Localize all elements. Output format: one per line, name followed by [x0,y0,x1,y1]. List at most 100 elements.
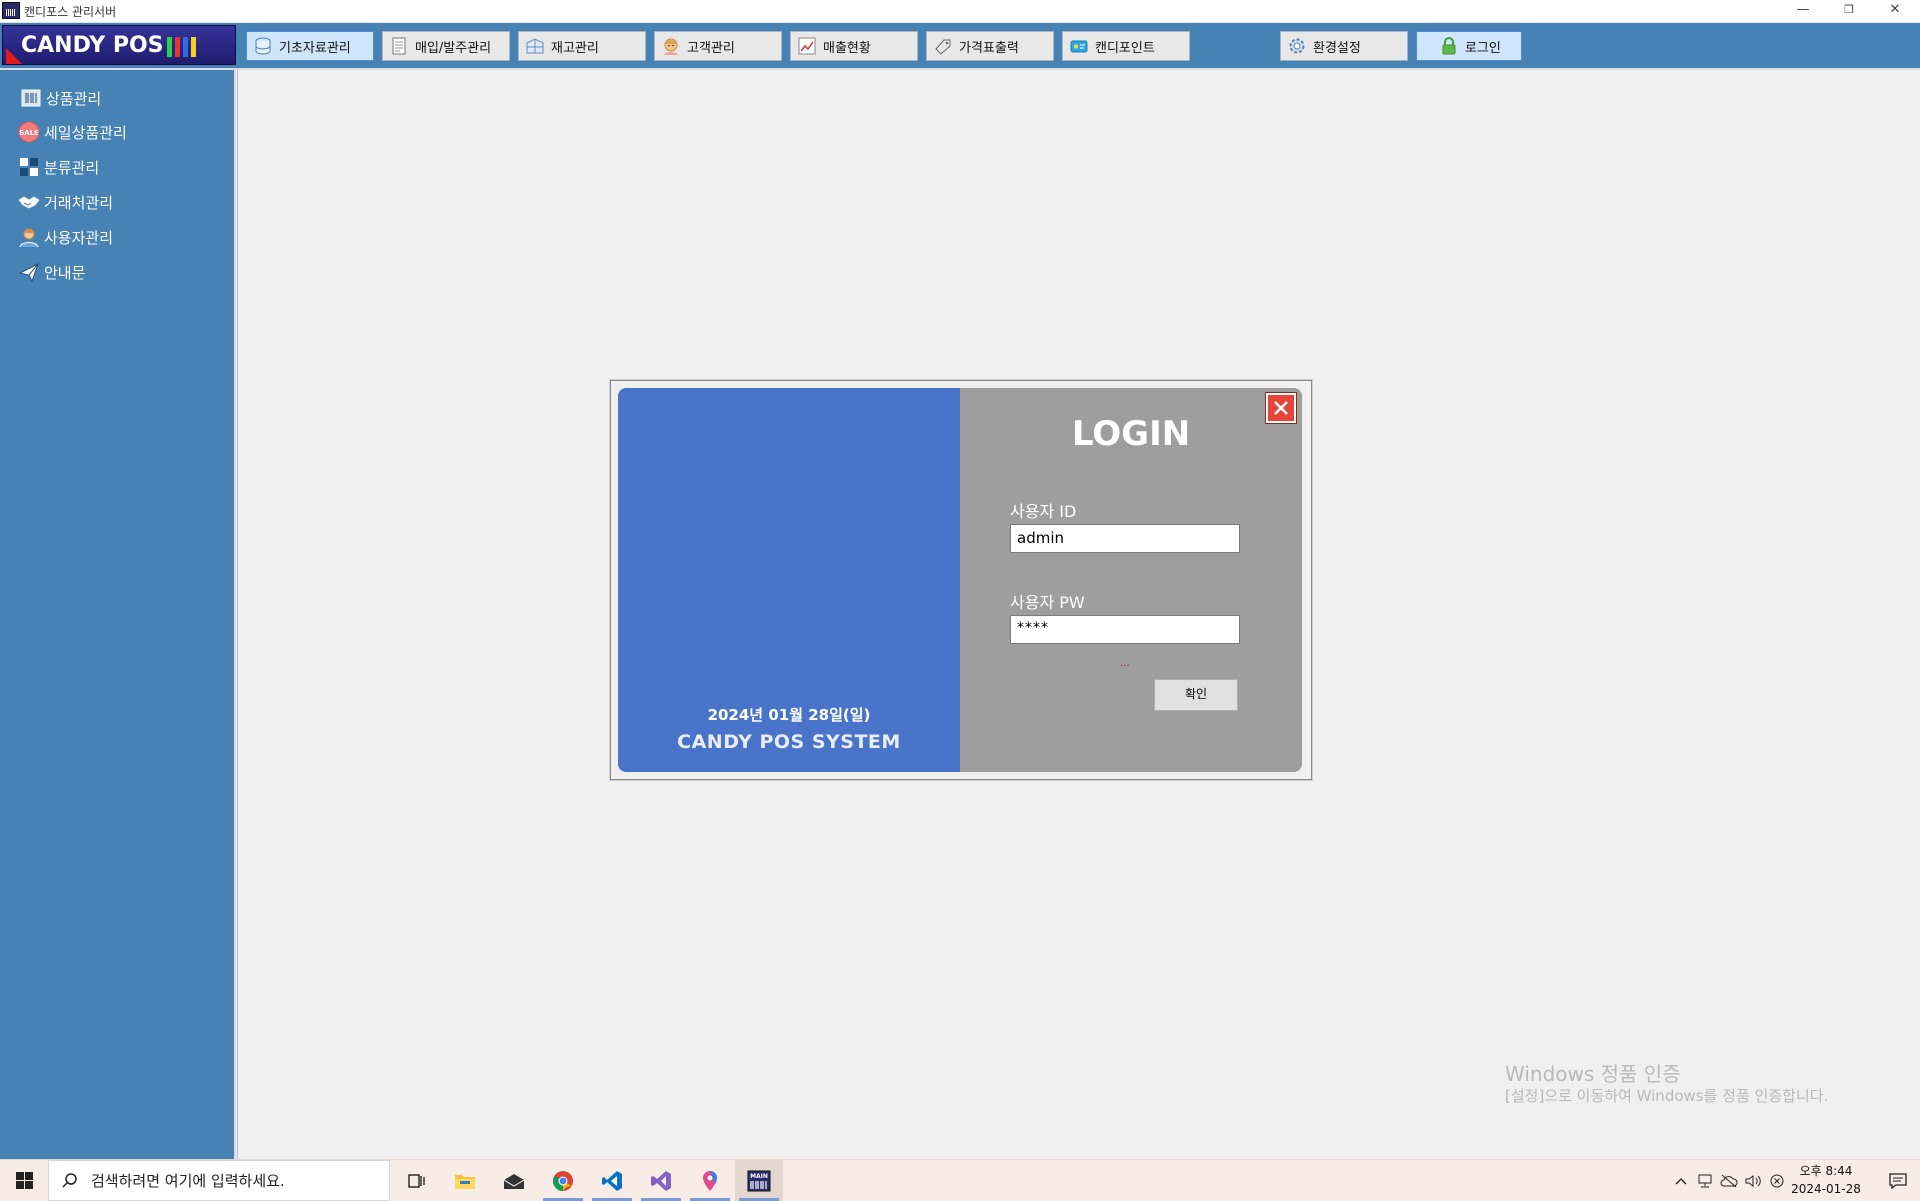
user-id-input[interactable]: admin [1010,524,1240,553]
brand-name: CANDY POS [21,33,164,58]
volume-icon [1745,1174,1761,1187]
menu-inventory[interactable]: 재고관리 [518,31,646,61]
sidebar-item-label: 상품관리 [46,89,102,108]
clock-date: 2024-01-28 [1791,1182,1861,1196]
restore-button[interactable]: ❐ [1826,0,1872,22]
app-icon [2,2,20,19]
user-id-label: 사용자 ID [1010,502,1077,521]
menu-settings[interactable]: 환경설정 [1280,31,1408,61]
menu-sales-status[interactable]: 매출현황 [790,31,918,61]
sidebar-item-category[interactable]: 분류관리 [18,154,99,180]
brand-logo: CANDY POS [2,25,236,65]
sidebar-item-vendor[interactable]: 거래처관리 [18,189,113,215]
menu-label: 고객관리 [687,40,735,56]
task-view-button[interactable] [392,1160,440,1201]
tray-volume[interactable] [1742,1160,1764,1201]
login-message: ... [1120,658,1130,669]
start-button[interactable] [0,1160,48,1201]
menu-purchase-order[interactable]: 매입/발주관리 [382,31,510,61]
sidebar-item-label: 안내문 [44,263,86,282]
sidebar-item-sale-product[interactable]: SALE 세일상품관리 [18,119,127,145]
sidebar-item-label: 사용자관리 [44,228,114,247]
menu-basic-data[interactable]: 기초자료관리 [246,31,374,61]
sidebar-item-user[interactable]: 사용자관리 [18,224,113,250]
tray-overflow-button[interactable] [1670,1160,1692,1201]
chevron-up-icon [1675,1177,1687,1184]
menu-label: 가격표출력 [959,40,1019,56]
paper-plane-icon [18,261,40,283]
visual-studio-icon [651,1170,671,1191]
login-left-panel: 2024년 01월 28일(일) CANDY POS SYSTEM [618,388,960,772]
sidebar-item-label: 거래처관리 [44,193,114,212]
search-icon [61,1172,81,1190]
file-explorer-icon [455,1174,475,1189]
tray-onedrive[interactable] [1718,1160,1740,1201]
sidebar-item-notice[interactable]: 안내문 [18,259,85,285]
sales-chart-icon [797,36,817,56]
login-dialog: 2024년 01월 28일(일) CANDY POS SYSTEM LOGIN … [610,380,1312,780]
login-dialog-body: 2024년 01월 28일(일) CANDY POS SYSTEM LOGIN … [618,388,1302,772]
menu-label: 매출현황 [823,40,871,56]
window-title-bar: 캔디포스 관리서버 — ❐ ✕ [0,0,1920,23]
handshake-icon [18,191,40,213]
taskbar-visual-studio[interactable] [637,1160,685,1201]
minimize-button[interactable]: — [1780,0,1826,22]
cloud-off-icon [1720,1174,1738,1187]
menu-label: 재고관리 [551,40,599,56]
login-title: LOGIN [1071,414,1191,454]
sale-badge-icon: SALE [18,121,40,143]
taskbar-chrome[interactable] [539,1160,587,1201]
menu-candy-point[interactable]: 캔디포인트 [1062,31,1190,61]
warehouse-icon [525,36,545,56]
user-pw-input[interactable]: **** [1010,615,1240,644]
window-title: 캔디포스 관리서버 [24,5,117,19]
menu-price-tag-print[interactable]: 가격표출력 [926,31,1054,61]
menu-label: 환경설정 [1313,40,1361,56]
lock-icon [1439,36,1459,56]
menu-label: 캔디포인트 [1095,40,1155,56]
menu-customer[interactable]: 고객관리 [654,31,782,61]
taskbar-clock[interactable]: 오후 8:44 2024-01-28 [1778,1162,1874,1198]
activation-watermark-title: Windows 정품 인증 [1505,1062,1681,1086]
activation-watermark-text: [설정]으로 이동하여 Windows를 정품 인증합니다. [1505,1087,1829,1105]
point-card-icon [1069,36,1089,56]
mail-icon [503,1173,525,1189]
menu-login[interactable]: 로그인 [1416,31,1522,61]
grid-icon [18,156,40,178]
sidebar-item-label: 세일상품관리 [44,123,127,142]
top-menu-bar: CANDY POS 기초자료관리 매입/발주관리 재고관리 고객관리 매출현황 … [0,23,1920,70]
notification-center-button[interactable] [1876,1160,1920,1201]
document-icon [389,36,409,56]
logo-triangle [6,48,22,64]
candy-pos-main-icon: MAIN [747,1170,771,1191]
system-name: CANDY POS SYSTEM [677,731,901,753]
chrome-icon [552,1170,573,1191]
menu-label: 로그인 [1465,40,1501,56]
windows-icon [15,1172,33,1189]
menu-label: 매입/발주관리 [415,40,492,56]
user-pw-label: 사용자 PW [1010,593,1085,612]
vscode-icon [602,1170,622,1191]
task-view-icon [408,1173,425,1188]
taskbar-mail[interactable] [490,1160,538,1201]
taskbar-maps[interactable] [686,1160,734,1201]
sidebar-item-product[interactable]: 상품관리 [20,85,101,111]
taskbar-vscode[interactable] [588,1160,636,1201]
price-tag-icon [933,36,953,56]
tray-network[interactable] [1694,1160,1716,1201]
close-window-button[interactable]: ✕ [1872,0,1918,22]
menu-label: 기초자료관리 [279,40,351,56]
database-icon [253,36,273,56]
barcode-icon [20,87,42,109]
notification-icon [1889,1172,1907,1189]
search-placeholder: 검색하려면 여기에 입력하세요. [91,1172,285,1190]
logo-color-bars [167,37,199,57]
taskbar-file-explorer[interactable] [441,1160,489,1201]
taskbar-candy-pos[interactable]: MAIN [735,1160,783,1201]
taskbar-search-box[interactable]: 검색하려면 여기에 입력하세요. [48,1160,390,1201]
login-date: 2024년 01월 28일(일) [707,706,871,724]
clock-time: 오후 8:44 [1799,1164,1853,1178]
confirm-button[interactable]: 확인 [1154,679,1238,711]
svg-text:SALE: SALE [19,129,39,137]
svg-text:MAIN: MAIN [750,1173,768,1180]
